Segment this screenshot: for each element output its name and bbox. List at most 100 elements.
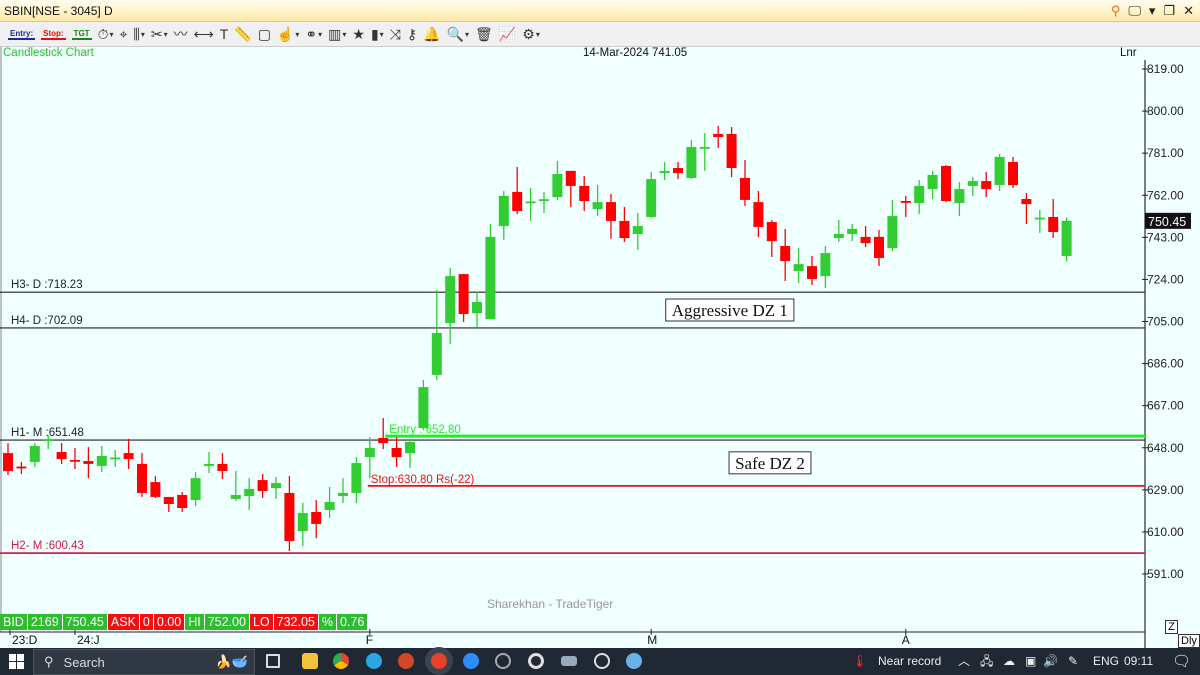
- task-view-icon[interactable]: [266, 654, 280, 668]
- candle-body: [874, 236, 884, 258]
- bell-icon[interactable]: 🔔: [423, 26, 440, 43]
- close-icon[interactable]: ✕: [1183, 0, 1194, 22]
- window-title: SBIN[NSE - 3045] D: [4, 4, 113, 18]
- candle-body: [284, 492, 295, 542]
- crosshair-icon[interactable]: ⌖: [120, 26, 128, 43]
- onedrive-icon[interactable]: ☁: [1003, 648, 1015, 675]
- stop-button[interactable]: Stop:: [41, 29, 66, 40]
- status-cell: 0: [139, 614, 154, 630]
- rectangle-icon[interactable]: ▢: [258, 26, 271, 43]
- time-tick-label: 23:D: [12, 633, 38, 647]
- price-tick-label: 629.00: [1147, 483, 1184, 497]
- candle-body: [1061, 220, 1072, 256]
- candle-body: [485, 236, 496, 320]
- scale-label[interactable]: Lnr: [1120, 47, 1137, 59]
- candle-body: [96, 455, 107, 466]
- book-icon[interactable]: ▥ ▾: [328, 26, 346, 43]
- status-cell: 0.76: [336, 614, 369, 630]
- zoom-icon[interactable]: 🔍 ▾: [447, 26, 469, 43]
- star-icon[interactable]: ★: [352, 26, 365, 43]
- time-tick-label: M: [647, 633, 657, 647]
- dropdown-icon[interactable]: ▾: [1149, 0, 1156, 22]
- candle-body: [552, 173, 563, 198]
- hline-icon[interactable]: ⟷: [194, 26, 214, 43]
- restore-icon[interactable]: ❐: [1163, 0, 1175, 22]
- trendline-icon[interactable]: 〰: [174, 24, 188, 44]
- status-cell: HI: [185, 614, 205, 630]
- stop-label: Stop:630.80 Rs(-22): [371, 474, 475, 486]
- link-icon[interactable]: ⚭ ▾: [305, 26, 322, 43]
- chart-line-icon[interactable]: 📈: [499, 26, 516, 43]
- candlestick-chart[interactable]: 819.00 800.00 781.00 762.00 743.00 724.00 705.…: [0, 47, 1200, 648]
- level-label: H4- D :702.09: [11, 315, 83, 327]
- tray-chevron-icon[interactable]: ︿: [958, 648, 970, 675]
- powerpoint-icon[interactable]: [398, 653, 414, 669]
- candle-body: [297, 513, 308, 532]
- tradetiger-icon[interactable]: [431, 653, 447, 669]
- key-icon[interactable]: ⚷: [407, 26, 417, 43]
- candle-icon[interactable]: ⫼ ▾: [133, 26, 144, 43]
- status-cell: %: [318, 614, 337, 630]
- price-tick-label: 667.00: [1147, 399, 1184, 413]
- search-icon[interactable]: ⚲: [1111, 0, 1121, 22]
- candle-body: [807, 266, 817, 279]
- candle-body: [418, 387, 429, 429]
- delete-icon[interactable]: 🗑: [475, 26, 493, 43]
- network-icon[interactable]: 🖧: [980, 648, 993, 675]
- title-bar: SBIN[NSE - 3045] D ⚲ 🖵 ▾ ❐ ✕: [0, 0, 1200, 22]
- text-icon[interactable]: T: [220, 26, 229, 42]
- status-cell: 752.00: [204, 614, 250, 630]
- price-tick-label: 800.00: [1147, 104, 1184, 118]
- candle-body: [431, 333, 442, 375]
- time-tick-label: F: [366, 633, 373, 647]
- candle-body: [753, 202, 764, 227]
- gear-icon[interactable]: ⚙ ▾: [522, 26, 540, 43]
- maps-icon[interactable]: [594, 653, 610, 669]
- candle-body: [740, 177, 750, 200]
- meet-icon[interactable]: ▣: [1025, 648, 1036, 675]
- pen-icon[interactable]: ✎: [1068, 648, 1078, 675]
- keyboard-icon[interactable]: [561, 656, 577, 666]
- candle-body: [1008, 162, 1018, 186]
- zoom-toggle-button[interactable]: Z: [1165, 620, 1178, 634]
- stopwatch-icon[interactable]: ⏱ ▾: [98, 26, 114, 43]
- obs-icon[interactable]: [495, 653, 511, 669]
- monitor-icon[interactable]: 🖵: [1128, 0, 1141, 22]
- paint-icon[interactable]: [626, 653, 642, 669]
- candle-body: [914, 185, 925, 204]
- chrome-icon[interactable]: [333, 653, 349, 669]
- shuffle-icon[interactable]: ⤨: [390, 26, 401, 43]
- zoom-app-icon[interactable]: [463, 653, 479, 669]
- file-explorer-icon[interactable]: [302, 653, 318, 669]
- candle-body: [70, 459, 80, 462]
- level-label: H2- M :600.43: [11, 540, 84, 552]
- candle-body: [257, 480, 268, 491]
- price-tick-label: 648.00: [1147, 441, 1184, 455]
- toolbar: Entry: Stop: TGT ⏱ ▾ ⌖ ⫼ ▾ ✂ ▾ 〰 ⟷ T 📏 ▢ ☝ ▾…: [0, 22, 1200, 47]
- candle-body: [217, 463, 228, 472]
- volume-icon[interactable]: 🔊: [1043, 648, 1058, 675]
- taskbar-search[interactable]: ⚲ Search 🍌🥣: [33, 649, 255, 675]
- candle-body: [887, 216, 898, 248]
- candle-body: [271, 482, 281, 489]
- ruler-icon[interactable]: 📏: [234, 26, 251, 43]
- hand-icon[interactable]: ☝ ▾: [277, 26, 299, 43]
- price-tick-label: 610.00: [1147, 525, 1184, 539]
- telegram-icon[interactable]: [366, 653, 382, 669]
- windows-start-icon[interactable]: [9, 654, 24, 669]
- weather-text[interactable]: Near record: [878, 648, 941, 675]
- scissors-icon[interactable]: ✂ ▾: [151, 26, 168, 43]
- bars-icon[interactable]: ▮ ▾: [371, 26, 384, 43]
- clock[interactable]: 09:11: [1124, 648, 1153, 675]
- language-indicator[interactable]: ENG: [1093, 648, 1119, 675]
- candle-body: [726, 133, 737, 169]
- candle-body: [673, 168, 683, 174]
- period-button[interactable]: Dly: [1178, 634, 1200, 648]
- webcam-icon[interactable]: [528, 653, 544, 669]
- candle-body: [1048, 216, 1059, 233]
- target-button[interactable]: TGT: [71, 29, 92, 40]
- price-tick-label: 819.00: [1147, 62, 1184, 76]
- entry-button[interactable]: Entry:: [8, 29, 36, 40]
- notifications-icon[interactable]: 🗨: [1172, 648, 1191, 675]
- candle-body: [525, 201, 536, 204]
